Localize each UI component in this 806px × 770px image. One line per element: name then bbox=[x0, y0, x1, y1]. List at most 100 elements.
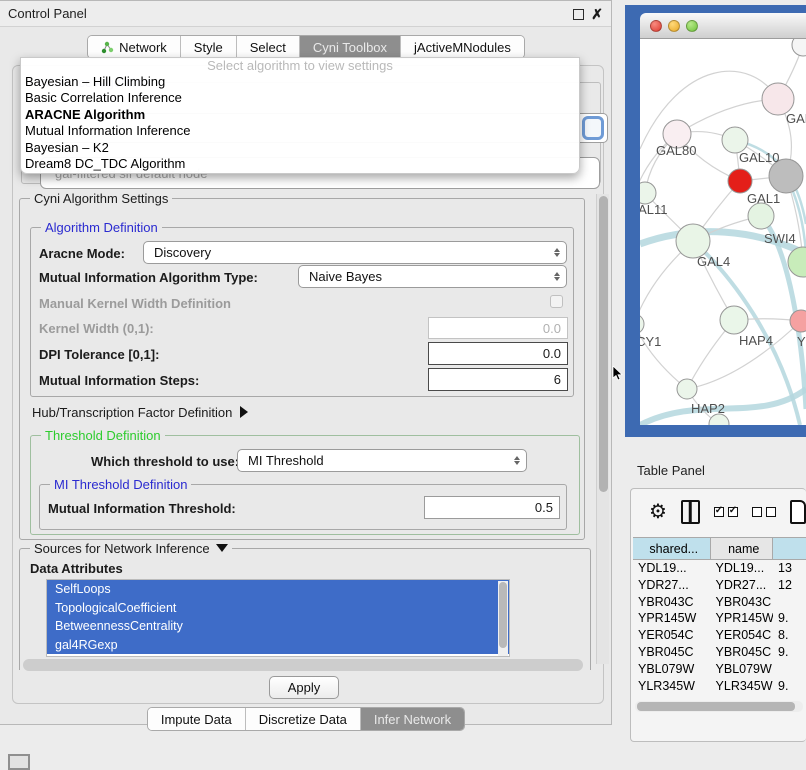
table-row[interactable]: YBL079WYBL079W bbox=[633, 661, 806, 678]
control-panel-titlebar[interactable]: Control Panel ✗ bbox=[0, 1, 611, 27]
settings-group-title: Cyni Algorithm Settings bbox=[30, 191, 172, 206]
tab-select[interactable]: Select bbox=[237, 36, 300, 58]
algorithm-option[interactable]: Dream8 DC_TDC Algorithm bbox=[21, 156, 579, 172]
mi-threshold-value: 0.5 bbox=[535, 500, 553, 515]
hub-definition-expander[interactable]: Hub/Transcription Factor Definition bbox=[32, 405, 248, 420]
network-node-label: Y bbox=[797, 334, 806, 349]
columns-icon[interactable] bbox=[681, 500, 700, 524]
minimize-window-icon[interactable] bbox=[668, 20, 680, 32]
data-attributes-label: Data Attributes bbox=[30, 561, 123, 576]
network-node-HAP4[interactable] bbox=[720, 306, 748, 334]
table-cell: 13 bbox=[773, 560, 806, 577]
table-row[interactable]: YDR27...YDR27...12 bbox=[633, 577, 806, 594]
network-canvas[interactable]: GALGAL80GAL10GAL1GAL11SWI4GAL4GCY1HAP4YH… bbox=[640, 39, 806, 425]
tab-discretize-data[interactable]: Discretize Data bbox=[246, 708, 361, 730]
manual-kernel-checkbox[interactable] bbox=[550, 295, 563, 308]
tab-label: Cyni Toolbox bbox=[313, 40, 387, 55]
table-panel: ⚙ shared...name YDL19...YDL19...13YDR27.… bbox=[630, 488, 806, 742]
network-node-HAP2[interactable] bbox=[677, 379, 697, 399]
algorithm-option[interactable]: Bayesian – Hill Climbing bbox=[21, 74, 579, 90]
close-panel-icon[interactable]: ✗ bbox=[591, 9, 603, 20]
network-node-partial-top[interactable] bbox=[792, 39, 806, 56]
algorithm-option[interactable]: ARACNE Algorithm bbox=[21, 107, 579, 123]
which-threshold-combobox[interactable]: MI Threshold bbox=[237, 449, 527, 472]
data-attribute-item[interactable]: BetweennessCentrality bbox=[47, 617, 509, 636]
network-node-GAL1[interactable] bbox=[728, 169, 752, 193]
algorithm-option[interactable]: Mutual Information Inference bbox=[21, 123, 579, 139]
table-cell: YPR145W bbox=[711, 610, 774, 627]
tab-network[interactable]: Network bbox=[88, 36, 181, 58]
gear-icon[interactable]: ⚙ bbox=[649, 502, 667, 522]
network-node-label: GAL1 bbox=[747, 191, 780, 206]
tab-jactivemnodules[interactable]: jActiveMNodules bbox=[401, 36, 524, 58]
tab-label: jActiveMNodules bbox=[414, 40, 511, 55]
table-row[interactable]: YER054CYER054C8. bbox=[633, 627, 806, 644]
table-row[interactable]: YBR043CYBR043C bbox=[633, 594, 806, 611]
table-cell: YDR27... bbox=[711, 577, 774, 594]
sources-group: Sources for Network Inference Data Attri… bbox=[19, 548, 591, 670]
table-cell: YER054C bbox=[633, 627, 711, 644]
table-row[interactable]: YBR045CYBR045C9. bbox=[633, 644, 806, 661]
mi-threshold-label: Mutual Information Threshold: bbox=[48, 501, 236, 516]
table-horizontal-scrollbar[interactable] bbox=[635, 701, 803, 712]
mi-type-combobox[interactable]: Naive Bayes bbox=[298, 265, 567, 288]
table-cell: YBL079W bbox=[633, 661, 711, 678]
data-attribute-item[interactable]: TopologicalCoefficient bbox=[47, 599, 509, 618]
table-cell: YBR043C bbox=[633, 594, 711, 611]
combo-arrows-icon bbox=[554, 242, 560, 263]
network-edge[interactable] bbox=[640, 134, 677, 324]
network-node-green-right[interactable] bbox=[788, 247, 806, 277]
attributes-scrollbar[interactable] bbox=[498, 581, 508, 657]
unchecked-pair-icon[interactable] bbox=[752, 507, 776, 517]
aracne-mode-combobox[interactable]: Discovery bbox=[143, 241, 567, 264]
table-cell: YDL19... bbox=[633, 560, 711, 577]
apply-button[interactable]: Apply bbox=[269, 676, 339, 699]
table-row[interactable]: YIL052CYIL052C9. bbox=[633, 694, 806, 697]
tab-label: Infer Network bbox=[374, 712, 451, 727]
which-threshold-value: MI Threshold bbox=[248, 453, 324, 468]
data-attributes-list[interactable]: SelfLoopsTopologicalCoefficientBetweenne… bbox=[46, 579, 510, 657]
network-node-SWI4[interactable] bbox=[748, 203, 774, 229]
tab-infer-network[interactable]: Infer Network bbox=[361, 708, 464, 730]
tab-label: Discretize Data bbox=[259, 712, 347, 727]
algorithm-option[interactable]: Bayesian – K2 bbox=[21, 140, 579, 156]
kernel-width-field[interactable]: 0.0 bbox=[428, 317, 568, 339]
zoom-window-icon[interactable] bbox=[686, 20, 698, 32]
table-row[interactable]: YPR145WYPR145W9. bbox=[633, 610, 806, 627]
network-node-GAL11[interactable] bbox=[640, 182, 656, 204]
data-attribute-item[interactable]: SelfLoops bbox=[47, 580, 509, 599]
table-row[interactable]: YDL19...YDL19...13 bbox=[633, 560, 806, 577]
document-icon[interactable] bbox=[790, 500, 806, 524]
network-icon bbox=[101, 41, 114, 54]
float-panel-icon[interactable] bbox=[573, 9, 584, 20]
settings-horizontal-scrollbar[interactable] bbox=[23, 659, 583, 671]
network-edge[interactable] bbox=[640, 71, 778, 149]
table-cell: 9. bbox=[773, 694, 806, 697]
algorithm-option[interactable]: Basic Correlation Inference bbox=[21, 90, 579, 106]
mi-steps-field[interactable]: 6 bbox=[428, 368, 568, 391]
network-window-titlebar[interactable] bbox=[640, 13, 806, 39]
checked-pair-icon[interactable] bbox=[714, 507, 738, 517]
tab-style[interactable]: Style bbox=[181, 36, 237, 58]
settings-vertical-scrollbar[interactable] bbox=[596, 194, 609, 664]
sources-group-title[interactable]: Sources for Network Inference bbox=[30, 541, 232, 556]
node-table[interactable]: shared...name YDL19...YDL19...13YDR27...… bbox=[633, 537, 806, 697]
tab-cyni-toolbox[interactable]: Cyni Toolbox bbox=[300, 36, 401, 58]
column-header[interactable]: shared... bbox=[633, 537, 711, 560]
dpi-tolerance-label: DPI Tolerance [0,1]: bbox=[39, 347, 159, 362]
mi-threshold-field[interactable]: 0.5 bbox=[424, 496, 560, 519]
network-node-GCY1[interactable] bbox=[640, 314, 644, 334]
attr-items-holder: SelfLoopsTopologicalCoefficientBetweenne… bbox=[47, 580, 509, 654]
network-node-GAL4[interactable] bbox=[676, 224, 710, 258]
threshold-definition-title: Threshold Definition bbox=[41, 428, 165, 443]
tab-label: Select bbox=[250, 40, 286, 55]
tab-impute-data[interactable]: Impute Data bbox=[148, 708, 246, 730]
column-header[interactable]: name bbox=[711, 537, 773, 560]
minimized-panel-icon[interactable] bbox=[8, 754, 30, 770]
which-threshold-label: Which threshold to use: bbox=[91, 454, 239, 469]
column-header[interactable] bbox=[773, 537, 806, 560]
data-attribute-item[interactable]: gal4RGexp bbox=[47, 636, 509, 655]
table-row[interactable]: YLR345WYLR345W9. bbox=[633, 678, 806, 695]
dpi-tolerance-field[interactable]: 0.0 bbox=[428, 342, 568, 365]
close-window-icon[interactable] bbox=[650, 20, 662, 32]
